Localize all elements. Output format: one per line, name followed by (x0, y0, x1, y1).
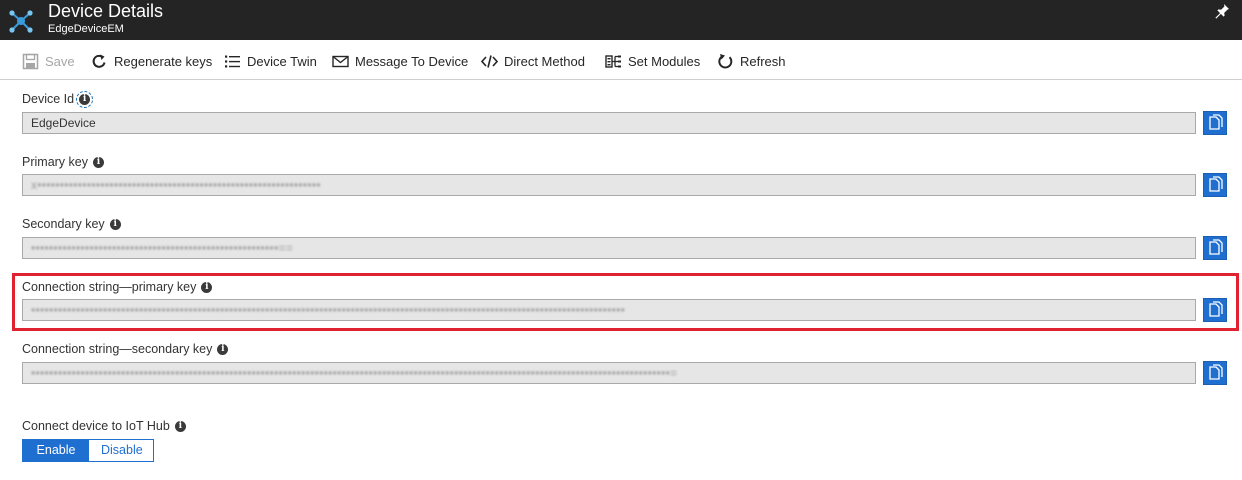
copy-primary-key-button[interactable] (1203, 173, 1227, 197)
device-id-label-text: Device Id (22, 92, 75, 106)
device-twin-button[interactable]: Device Twin (224, 52, 317, 70)
secondary-key-field[interactable]: ••••••••••••••••••••••••••••••••••••••••… (22, 237, 1196, 259)
iot-hub-icon (9, 10, 33, 33)
message-to-device-label: Message To Device (355, 53, 469, 69)
info-icon[interactable]: i (217, 343, 229, 355)
conn-secondary-value: ••••••••••••••••••••••••••••••••••••••••… (31, 366, 678, 380)
conn-primary-label: Connection string—primary key i (22, 280, 213, 294)
primary-key-field[interactable]: x•••••••••••••••••••••••••••••••••••••••… (22, 174, 1196, 196)
primary-key-label-text: Primary key (22, 155, 88, 169)
copy-icon (1209, 364, 1223, 380)
list-icon (225, 55, 240, 67)
copy-conn-secondary-button[interactable] (1203, 361, 1227, 385)
device-id-label: Device Id i (22, 90, 94, 108)
modules-icon (605, 54, 621, 68)
disable-button[interactable]: Disable (89, 440, 153, 461)
title-bar: Device Details EdgeDeviceEM (0, 0, 1242, 40)
enable-button[interactable]: Enable (23, 440, 89, 461)
direct-method-label: Direct Method (504, 53, 585, 69)
conn-primary-value: ••••••••••••••••••••••••••••••••••••••••… (31, 303, 626, 317)
conn-primary-field[interactable]: ••••••••••••••••••••••••••••••••••••••••… (22, 299, 1196, 321)
save-label: Save (45, 53, 75, 69)
mail-icon (332, 55, 349, 67)
conn-secondary-label-text: Connection string—secondary key (22, 342, 213, 356)
refresh-button[interactable]: Refresh (717, 52, 786, 70)
save-button[interactable]: Save (22, 52, 75, 70)
device-id-field[interactable]: EdgeDevice (22, 112, 1196, 134)
copy-icon (1209, 301, 1223, 317)
copy-secondary-key-button[interactable] (1203, 236, 1227, 260)
regenerate-icon (92, 54, 106, 68)
info-icon[interactable]: i (92, 156, 104, 168)
connect-toggle: Enable Disable (22, 439, 154, 462)
refresh-label: Refresh (740, 53, 786, 69)
secondary-key-value: ••••••••••••••••••••••••••••••••••••••••… (31, 241, 294, 255)
device-id-value: EdgeDevice (31, 116, 96, 130)
page-subtitle: EdgeDeviceEM (48, 23, 124, 35)
connect-label-text: Connect device to IoT Hub (22, 419, 170, 433)
info-icon[interactable]: i (201, 281, 213, 293)
pin-icon[interactable] (1214, 3, 1230, 19)
regenerate-keys-label: Regenerate keys (114, 53, 213, 69)
set-modules-button[interactable]: Set Modules (605, 52, 700, 70)
refresh-icon (718, 53, 733, 68)
device-twin-label: Device Twin (247, 53, 317, 69)
info-icon[interactable]: i (109, 218, 121, 230)
page-title: Device Details (48, 1, 164, 21)
set-modules-label: Set Modules (628, 53, 701, 69)
primary-key-label: Primary key i (22, 155, 104, 169)
command-toolbar: Save Regenerate keys Device Twin Message… (0, 40, 1242, 80)
copy-device-id-button[interactable] (1203, 111, 1227, 135)
code-icon (481, 54, 498, 68)
save-icon (22, 53, 39, 69)
regenerate-keys-button[interactable]: Regenerate keys (91, 52, 212, 70)
direct-method-button[interactable]: Direct Method (481, 52, 585, 70)
conn-secondary-label: Connection string—secondary key i (22, 342, 229, 356)
copy-icon (1209, 114, 1223, 130)
copy-icon (1209, 239, 1223, 255)
copy-conn-primary-button[interactable] (1203, 298, 1227, 322)
info-icon[interactable]: i (174, 420, 186, 432)
secondary-key-label: Secondary key i (22, 217, 121, 231)
copy-icon (1209, 176, 1223, 192)
connect-label: Connect device to IoT Hub i (22, 419, 186, 433)
conn-primary-label-text: Connection string—primary key (22, 280, 197, 294)
info-icon[interactable]: i (76, 90, 94, 108)
secondary-key-label-text: Secondary key (22, 217, 105, 231)
message-to-device-button[interactable]: Message To Device (332, 52, 468, 70)
conn-secondary-field[interactable]: ••••••••••••••••••••••••••••••••••••••••… (22, 362, 1196, 384)
primary-key-value: x•••••••••••••••••••••••••••••••••••••••… (31, 178, 321, 192)
